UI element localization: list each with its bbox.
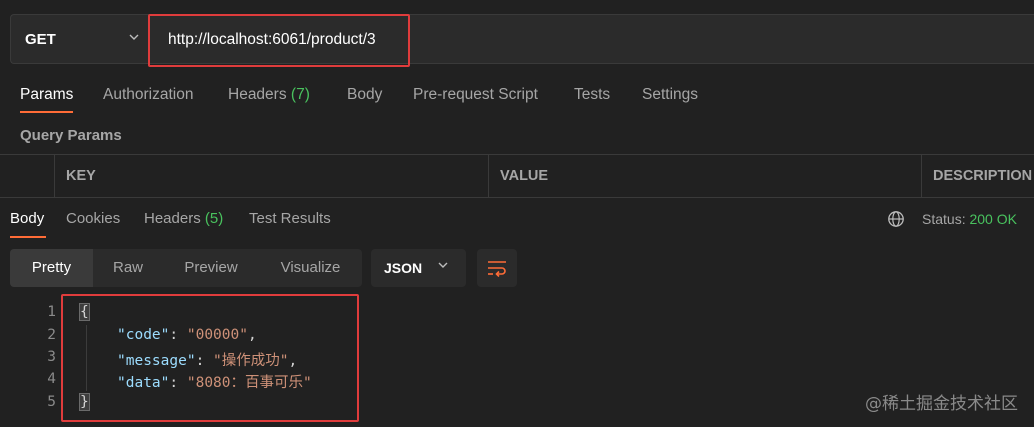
url-highlight-box — [148, 14, 410, 67]
response-tab-headers[interactable]: Headers (5) — [144, 210, 223, 227]
status-value: 200 OK — [969, 211, 1017, 227]
line-number: 3 — [47, 349, 56, 365]
tab-headers-label: Headers — [228, 86, 287, 103]
wrap-lines-icon — [487, 259, 507, 281]
column-description: DESCRIPTION — [933, 168, 1033, 184]
view-mode-group: Pretty Raw Preview Visualize — [10, 249, 362, 287]
method-label: GET — [25, 31, 56, 48]
format-select[interactable]: JSON — [371, 249, 466, 287]
line-number: 2 — [47, 327, 56, 343]
mode-visualize[interactable]: Visualize — [259, 249, 362, 287]
tab-tests[interactable]: Tests — [574, 86, 610, 104]
response-tab-cookies[interactable]: Cookies — [66, 210, 120, 227]
mode-raw[interactable]: Raw — [93, 249, 163, 287]
response-status: Status: 200 OK — [922, 211, 1017, 227]
line-number: 4 — [47, 371, 56, 387]
tab-settings[interactable]: Settings — [642, 86, 698, 104]
active-tab-underline — [20, 111, 73, 113]
active-response-tab-underline — [10, 236, 46, 238]
response-tab-headers-label: Headers — [144, 210, 201, 227]
response-tab-headers-count: (5) — [204, 210, 224, 227]
method-select[interactable]: GET — [10, 14, 150, 64]
query-params-table: KEY VALUE DESCRIPTION — [0, 154, 1034, 198]
tab-body[interactable]: Body — [347, 86, 382, 104]
tab-headers-count: (7) — [290, 86, 310, 103]
tab-params[interactable]: Params — [20, 86, 73, 104]
tab-pre-request-script[interactable]: Pre-request Script — [413, 86, 538, 104]
watermark: @稀土掘金技术社区 — [865, 394, 1018, 414]
response-tab-body[interactable]: Body — [10, 210, 44, 227]
mode-pretty[interactable]: Pretty — [10, 249, 93, 287]
column-value: VALUE — [500, 168, 549, 184]
status-label: Status: — [922, 211, 966, 227]
line-number: 1 — [47, 304, 56, 320]
wrap-lines-button[interactable] — [477, 249, 517, 287]
mode-preview[interactable]: Preview — [163, 249, 259, 287]
response-tab-test-results[interactable]: Test Results — [249, 210, 331, 227]
response-highlight-box — [61, 294, 359, 422]
query-params-title: Query Params — [20, 127, 122, 144]
column-divider — [54, 155, 55, 197]
chevron-down-icon — [437, 259, 449, 274]
column-divider[interactable] — [921, 155, 922, 197]
chevron-down-icon — [128, 30, 140, 46]
format-label: JSON — [384, 260, 423, 276]
tab-authorization[interactable]: Authorization — [103, 86, 193, 104]
tab-headers[interactable]: Headers (7) — [228, 86, 310, 104]
globe-icon[interactable] — [887, 210, 905, 232]
column-key: KEY — [66, 168, 96, 184]
column-divider[interactable] — [488, 155, 489, 197]
line-number: 5 — [47, 394, 56, 410]
